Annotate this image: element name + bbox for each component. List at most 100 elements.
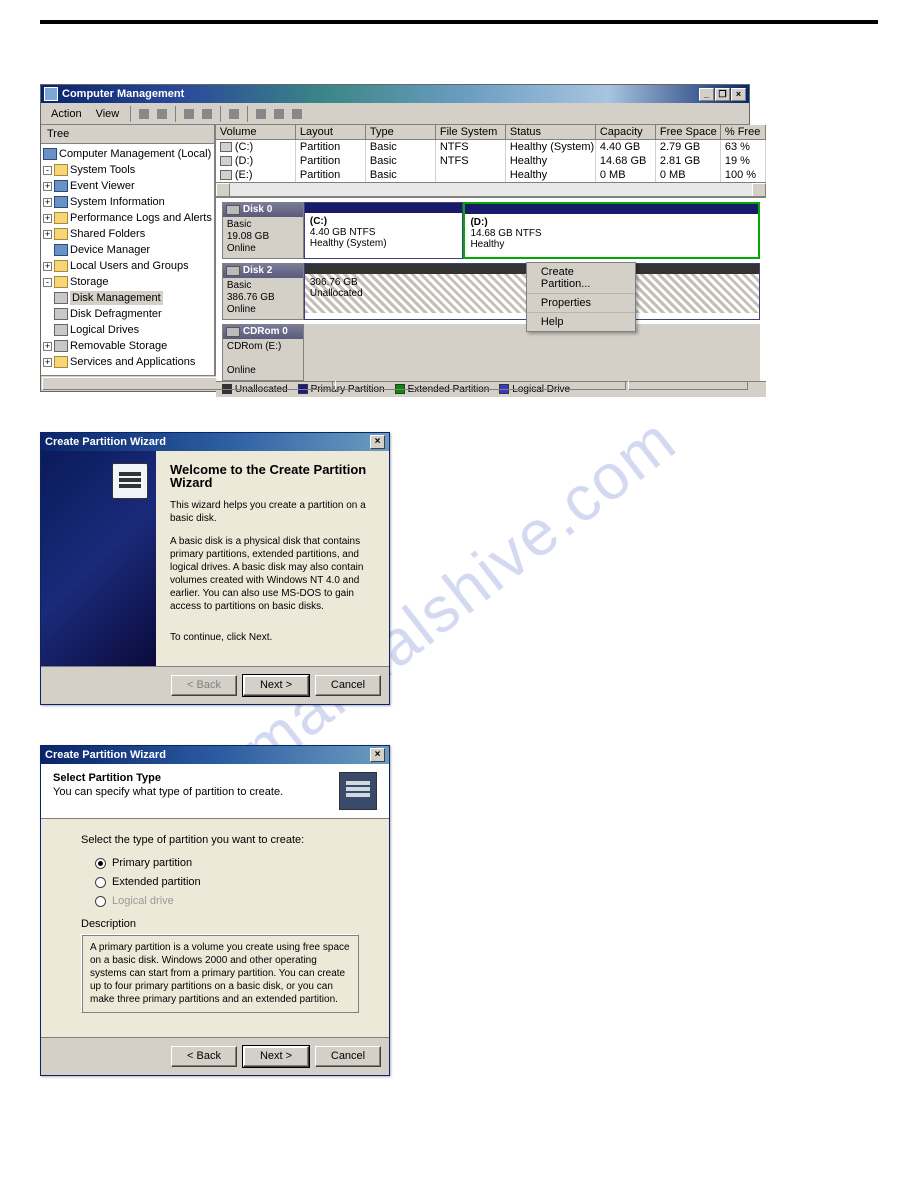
tree-item-system-info[interactable]: + System Information [43, 194, 212, 210]
volume-row[interactable]: (C:) Partition Basic NTFS Healthy (Syste… [216, 140, 766, 154]
close-button[interactable]: × [370, 435, 385, 449]
wizard-titlebar[interactable]: Create Partition Wizard × [41, 746, 389, 764]
col-volume[interactable]: Volume [216, 125, 296, 139]
toolbar-icon[interactable] [181, 106, 197, 122]
tree-item-services[interactable]: + Services and Applications [43, 354, 212, 370]
col-type[interactable]: Type [366, 125, 436, 139]
next-button[interactable]: Next > [243, 1046, 309, 1067]
tree-item-system-tools[interactable]: -System Tools [43, 162, 212, 178]
cell: NTFS [436, 154, 506, 168]
expand-icon[interactable]: + [43, 198, 52, 207]
toolbar-icon[interactable] [253, 106, 269, 122]
tree-item-local-users[interactable]: +Local Users and Groups [43, 258, 212, 274]
wizard-side-graphic [41, 451, 156, 666]
content-panel: Volume Layout Type File System Status Ca… [216, 125, 766, 375]
tree-item-logical-drives[interactable]: Logical Drives [43, 322, 212, 338]
back-button[interactable]: < Back [171, 1046, 237, 1067]
tree-item-perf-logs[interactable]: +Performance Logs and Alerts [43, 210, 212, 226]
menuitem-help[interactable]: Help [527, 313, 635, 331]
minimize-button[interactable]: _ [699, 88, 714, 101]
menu-action[interactable]: Action [45, 106, 88, 122]
radio-primary-partition[interactable]: Primary partition [95, 856, 359, 871]
menubar: Action View [41, 103, 749, 125]
toolbar-icon[interactable] [199, 106, 215, 122]
cancel-button[interactable]: Cancel [315, 675, 381, 696]
toolbar-icon[interactable] [271, 106, 287, 122]
collapse-icon[interactable]: - [43, 278, 52, 287]
cancel-button[interactable]: Cancel [315, 1046, 381, 1067]
tree-item-event-viewer[interactable]: +Event Viewer [43, 178, 212, 194]
col-freespace[interactable]: Free Space [656, 125, 721, 139]
nav-back-icon[interactable] [136, 106, 152, 122]
maximize-button[interactable]: ❐ [715, 88, 730, 101]
disk-size: 386.76 GB [227, 292, 275, 303]
disk-row[interactable]: Disk 2 Basic 386.76 GB Online 306.76 GBU… [222, 263, 760, 320]
volume-row[interactable]: (D:) Partition Basic NTFS Healthy 14.68 … [216, 154, 766, 168]
wizard-titlebar[interactable]: Create Partition Wizard × [41, 433, 389, 451]
disk-name: Disk 2 [243, 265, 272, 277]
scroll-right-button[interactable] [752, 183, 766, 197]
page-divider [40, 20, 878, 24]
expand-icon[interactable]: + [43, 230, 52, 239]
nav-forward-icon[interactable] [154, 106, 170, 122]
col-filesystem[interactable]: File System [436, 125, 506, 139]
tree-item-defragmenter[interactable]: Disk Defragmenter [43, 306, 212, 322]
scroll-left-button[interactable] [216, 183, 230, 197]
radio-icon[interactable] [95, 877, 106, 888]
close-button[interactable]: × [731, 88, 746, 101]
disk-state: Online [227, 365, 256, 376]
col-layout[interactable]: Layout [296, 125, 366, 139]
create-partition-wizard-type: Create Partition Wizard × Select Partiti… [40, 745, 390, 1076]
col-status[interactable]: Status [506, 125, 596, 139]
tree-label: System Information [70, 195, 165, 209]
radio-label: Primary partition [112, 856, 192, 871]
scroll-track[interactable] [230, 183, 752, 196]
tree-item-storage[interactable]: -Storage [43, 274, 212, 290]
partition-c[interactable]: (C:)4.40 GB NTFSHealthy (System) [304, 202, 464, 259]
volume-list-header: Volume Layout Type File System Status Ca… [216, 125, 766, 140]
refresh-icon[interactable] [226, 106, 242, 122]
disk-row[interactable]: Disk 0 Basic 19.08 GB Online (C:)4.40 GB… [222, 202, 760, 259]
tree-root[interactable]: Computer Management (Local) [43, 146, 212, 162]
expand-icon[interactable]: + [43, 358, 52, 367]
expand-icon[interactable]: + [43, 182, 52, 191]
wizard-text: This wizard helps you create a partition… [170, 499, 375, 525]
radio-extended-partition[interactable]: Extended partition [95, 875, 359, 890]
expand-icon[interactable]: + [43, 214, 52, 223]
tree-item-shared-folders[interactable]: + Shared Folders [43, 226, 212, 242]
volume-row[interactable]: (E:) Partition Basic Healthy 0 MB 0 MB 1… [216, 168, 766, 182]
cell: Basic [366, 140, 436, 154]
disk-info: CDRom 0 CDRom (E:) Online [222, 324, 304, 381]
radio-icon[interactable] [95, 858, 106, 869]
h-scrollbar[interactable] [216, 182, 766, 196]
close-button[interactable]: × [370, 748, 385, 762]
disk-row[interactable]: CDRom 0 CDRom (E:) Online [222, 324, 760, 381]
menuitem-properties[interactable]: Properties [527, 294, 635, 313]
partition-status: Healthy [470, 239, 504, 250]
partition-status: Unallocated [310, 288, 363, 299]
col-pctfree[interactable]: % Free [721, 125, 766, 139]
services-icon [54, 356, 68, 368]
toolbar-icon[interactable] [289, 106, 305, 122]
wizard-button-bar: < Back Next > Cancel [41, 666, 389, 704]
titlebar[interactable]: Computer Management _ ❐ × [41, 85, 749, 103]
disk-graphic-panel: Disk 0 Basic 19.08 GB Online (C:)4.40 GB… [216, 196, 766, 381]
collapse-icon[interactable]: - [43, 166, 52, 175]
menu-view[interactable]: View [90, 106, 126, 122]
tree-item-device-manager[interactable]: Device Manager [43, 242, 212, 258]
col-capacity[interactable]: Capacity [596, 125, 656, 139]
partition-d[interactable]: (D:)14.68 GB NTFSHealthy [463, 202, 759, 259]
cell: Basic [366, 168, 436, 182]
menuitem-create-partition[interactable]: Create Partition... [527, 263, 635, 294]
description-text: A primary partition is a volume you crea… [81, 934, 359, 1013]
shared-icon [54, 228, 68, 240]
tree-item-disk-management[interactable]: Disk Management [43, 290, 212, 306]
expand-icon[interactable]: + [43, 342, 52, 351]
wizard-title: Create Partition Wizard [45, 749, 166, 761]
expand-icon[interactable]: + [43, 262, 52, 271]
next-button[interactable]: Next > [243, 675, 309, 696]
tree-label: Shared Folders [70, 227, 145, 241]
tree-label: Services and Applications [70, 355, 195, 369]
disk-info: Disk 2 Basic 386.76 GB Online [222, 263, 304, 320]
tree-item-removable[interactable]: +Removable Storage [43, 338, 212, 354]
